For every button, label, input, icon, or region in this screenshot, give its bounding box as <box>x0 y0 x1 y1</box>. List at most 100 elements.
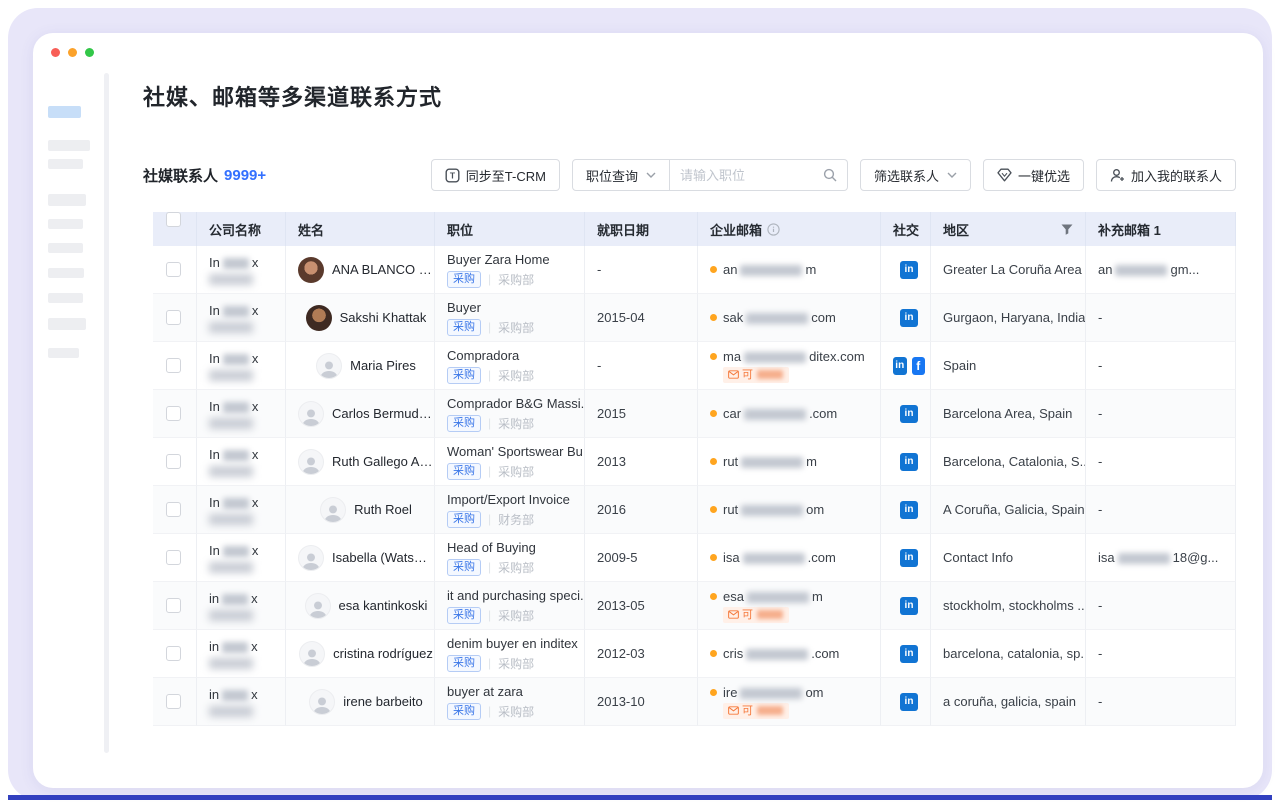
linkedin-icon[interactable]: in <box>900 549 918 567</box>
redacted-blur <box>1118 553 1170 564</box>
row-checkbox[interactable] <box>166 454 181 469</box>
table-row[interactable]: InxMaria PiresCompradora采购|采购部-maditex.c… <box>153 342 1236 390</box>
zoom-button[interactable] <box>85 48 94 57</box>
filter-funnel-icon[interactable] <box>1061 224 1073 235</box>
purchase-tag: 采购 <box>447 463 481 480</box>
minimize-button[interactable] <box>68 48 77 57</box>
email-cell: anm <box>698 246 881 294</box>
extra-email-cell: isa18@g... <box>1086 534 1236 582</box>
row-checkbox[interactable] <box>166 646 181 661</box>
sidebar-skeleton-item[interactable] <box>48 159 83 169</box>
col-header-name[interactable]: 姓名 <box>286 212 435 246</box>
linkedin-icon[interactable]: in <box>900 597 918 615</box>
purchase-tag: 采购 <box>447 319 481 336</box>
position-query-dropdown[interactable]: 职位查询 <box>572 159 670 191</box>
social-cell: inf <box>881 342 931 390</box>
position-cell: Compradora采购|采购部 <box>435 342 585 390</box>
sync-tcrm-label: 同步至T-CRM <box>466 166 546 185</box>
company-cell: Inx <box>197 342 286 390</box>
masked-text: inx <box>209 591 258 606</box>
sync-tcrm-button[interactable]: T 同步至T-CRM <box>431 159 560 191</box>
info-icon[interactable] <box>767 223 780 236</box>
sidebar-skeleton-item[interactable] <box>48 318 86 330</box>
row-checkbox[interactable] <box>166 406 181 421</box>
tag-divider: | <box>488 560 491 574</box>
sidebar-skeleton-item[interactable] <box>48 194 86 206</box>
linkedin-icon[interactable]: in <box>900 261 918 279</box>
col-header-region[interactable]: 地区 <box>931 212 1086 246</box>
table-row[interactable]: InxCarlos Bermudo Cr...Comprador B&G Mas… <box>153 390 1236 438</box>
filter-contacts-button[interactable]: 筛选联系人 <box>860 159 971 191</box>
row-checkbox[interactable] <box>166 694 181 709</box>
table-row[interactable]: InxRuth RoelImport/Export Invoice采购|财务部2… <box>153 486 1236 534</box>
page-title: 社媒、邮箱等多渠道联系方式 <box>143 80 1236 112</box>
sidebar-skeleton-item[interactable] <box>48 348 79 358</box>
add-to-my-contacts-button[interactable]: 加入我的联系人 <box>1096 159 1236 191</box>
name-cell: Ruth Roel <box>286 486 435 534</box>
contact-name: irene barbeito <box>343 694 423 709</box>
department-label: 财务部 <box>498 511 534 528</box>
col-header-start-date[interactable]: 就职日期 <box>585 212 698 246</box>
counter-label: 社媒联系人 <box>143 165 218 186</box>
row-checkbox[interactable] <box>166 358 181 373</box>
row-checkbox[interactable] <box>166 550 181 565</box>
close-button[interactable] <box>51 48 60 57</box>
one-click-select-label: 一键优选 <box>1018 166 1070 185</box>
masked-text: maditex.com <box>723 349 865 364</box>
masked-text: Inx <box>209 303 258 318</box>
linkedin-icon[interactable]: in <box>900 501 918 519</box>
sidebar-skeleton-item[interactable] <box>48 219 83 229</box>
sidebar-skeleton-item[interactable] <box>48 268 84 278</box>
col-header-email[interactable]: 企业邮箱 <box>698 212 881 246</box>
start-date-cell: 2015 <box>585 390 698 438</box>
masked-text: - <box>1098 310 1235 325</box>
row-checkbox[interactable] <box>166 262 181 277</box>
search-icon[interactable] <box>823 168 837 182</box>
table-row[interactable]: inxirene barbeitobuyer at zara采购|采购部2013… <box>153 678 1236 726</box>
social-cell: in <box>881 246 931 294</box>
email-value: rutm <box>710 454 880 469</box>
row-checkbox[interactable] <box>166 502 181 517</box>
region-cell: Contact Info <box>931 534 1086 582</box>
col-header-extra-email[interactable]: 补充邮箱 1 <box>1086 212 1236 246</box>
table-row[interactable]: InxIsabella (Watson) L...Head of Buying采… <box>153 534 1236 582</box>
contacts-table: 公司名称 姓名 职位 就职日期 企业邮箱 社交 地区 <box>153 212 1236 726</box>
position-search-input[interactable] <box>680 168 823 183</box>
one-click-select-button[interactable]: 一键优选 <box>983 159 1084 191</box>
social-cell: in <box>881 534 931 582</box>
sidebar-skeleton-item[interactable] <box>48 293 83 303</box>
col-header-social[interactable]: 社交 <box>881 212 931 246</box>
table-row[interactable]: inxesa kantinkoskiit and purchasing spec… <box>153 582 1236 630</box>
table-row[interactable]: InxANA BLANCO REYBuyer Zara Home采购|采购部-a… <box>153 246 1236 294</box>
row-select-cell <box>153 678 197 726</box>
table-header: 公司名称 姓名 职位 就职日期 企业邮箱 社交 地区 <box>153 212 1236 246</box>
facebook-icon[interactable]: f <box>912 357 926 375</box>
linkedin-icon[interactable]: in <box>900 405 918 423</box>
linkedin-icon[interactable]: in <box>900 453 918 471</box>
table-row[interactable]: InxRuth Gallego AgullóWoman' Sportswear … <box>153 438 1236 486</box>
sidebar-skeleton-item[interactable] <box>48 243 83 253</box>
sidebar-skeleton-item-active[interactable] <box>48 106 81 118</box>
department-label: 采购部 <box>498 463 534 480</box>
select-all-checkbox[interactable] <box>166 212 181 227</box>
extra-email-cell: - <box>1086 438 1236 486</box>
table-row[interactable]: inxcristina rodríguezdenim buyer en indi… <box>153 630 1236 678</box>
row-checkbox[interactable] <box>166 310 181 325</box>
company-cell: Inx <box>197 486 286 534</box>
extra-email-cell: - <box>1086 294 1236 342</box>
position-title: Buyer <box>447 300 584 315</box>
sidebar-skeleton-item[interactable] <box>48 140 90 151</box>
company-name: inx <box>209 591 285 606</box>
linkedin-icon[interactable]: in <box>900 693 918 711</box>
linkedin-icon[interactable]: in <box>893 357 907 375</box>
col-header-company[interactable]: 公司名称 <box>197 212 286 246</box>
social-cell: in <box>881 294 931 342</box>
avatar-placeholder-icon <box>299 641 325 667</box>
linkedin-icon[interactable]: in <box>900 309 918 327</box>
start-date-cell: 2009-5 <box>585 534 698 582</box>
linkedin-icon[interactable]: in <box>900 645 918 663</box>
redacted-blur <box>222 642 248 653</box>
col-header-position[interactable]: 职位 <box>435 212 585 246</box>
row-checkbox[interactable] <box>166 598 181 613</box>
table-row[interactable]: InxSakshi KhattakBuyer采购|采购部2015-04sakco… <box>153 294 1236 342</box>
